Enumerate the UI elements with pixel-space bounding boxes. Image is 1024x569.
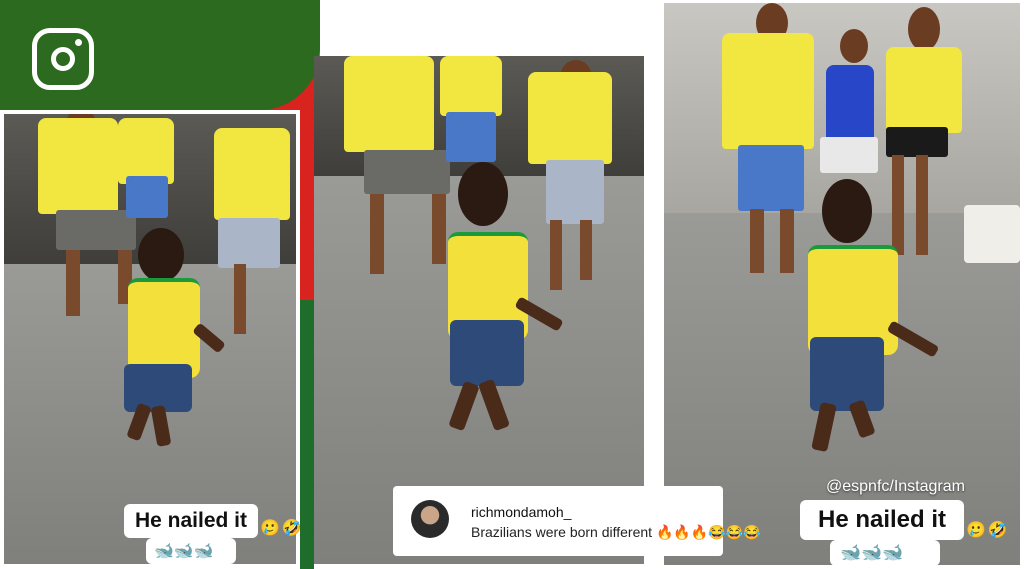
avatar xyxy=(411,500,449,538)
comment-username: richmondamoh_ xyxy=(471,504,572,520)
comment-card: richmondamoh_ Brazilians were born diffe… xyxy=(393,486,761,556)
instagram-icon xyxy=(32,28,94,90)
comment-text: Brazilians were born different 🔥🔥🔥😂😂😂 xyxy=(471,524,761,540)
instagram-dot xyxy=(75,39,82,46)
instagram-lens xyxy=(51,47,75,71)
caption-emoji: 🥲🤣 xyxy=(260,520,304,537)
caption-emoji: 🥲🤣 xyxy=(966,522,1010,539)
caption-he-nailed-it: He nailed it xyxy=(124,504,258,538)
caption-he-nailed-it: He nailed it xyxy=(800,500,964,540)
comment-emoji: 🔥🔥🔥😂😂😂 xyxy=(655,524,761,540)
reaction-emoji-box: 🐋🐋🐋 xyxy=(146,538,236,564)
photo-panel-1 xyxy=(4,114,296,564)
source-credit: @espnfc/Instagram xyxy=(826,478,965,495)
reaction-emoji-box: 🐋🐋🐋 xyxy=(830,540,940,566)
whale-emoji-row: 🐋🐋🐋 xyxy=(840,543,904,562)
whale-emoji-row: 🐋🐋🐋 xyxy=(154,543,214,560)
